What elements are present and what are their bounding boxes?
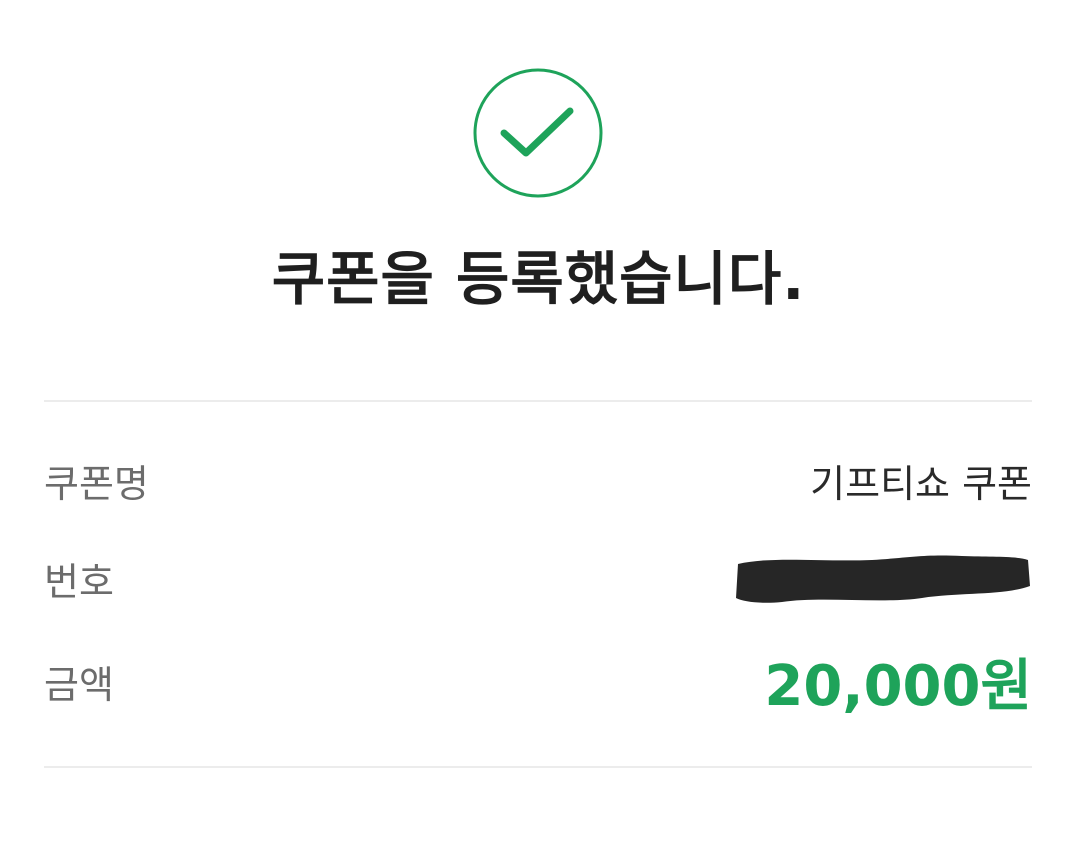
amount-row: 금액 20,000원 <box>44 646 1032 719</box>
coupon-number-label: 번호 <box>44 559 114 604</box>
redaction-mark <box>732 552 1032 604</box>
amount-label: 금액 <box>44 662 114 707</box>
divider-top <box>44 400 1032 402</box>
coupon-name-row: 쿠폰명 기프티쇼 쿠폰 <box>44 450 1032 510</box>
coupon-name-value: 기프티쇼 쿠폰 <box>810 461 1032 506</box>
success-message: 쿠폰을 등록했습니다. <box>271 245 806 313</box>
coupon-name-label: 쿠폰명 <box>44 461 149 506</box>
check-circle-icon <box>472 67 604 199</box>
coupon-number-row: 번호 <box>44 548 1032 608</box>
amount-value: 20,000원 <box>764 653 1032 719</box>
divider-bottom <box>44 766 1032 768</box>
